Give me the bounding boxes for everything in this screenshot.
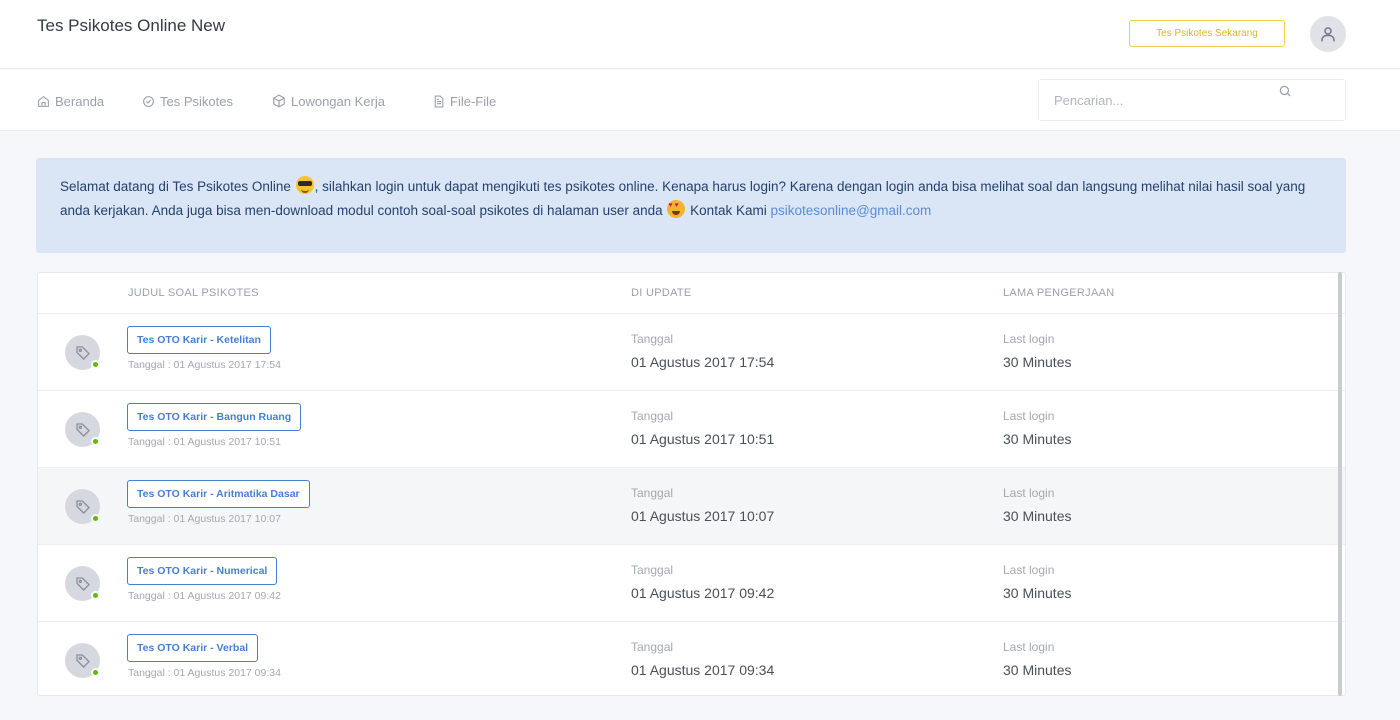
update-value: 01 Agustus 2017 10:51 [631, 431, 775, 447]
row-date-subtitle: Tanggal : 01 Agustus 2017 17:54 [128, 359, 281, 371]
test-title-button[interactable]: Tes OTO Karir - Bangun Ruang [127, 403, 302, 431]
online-status-dot [91, 514, 100, 523]
update-value: 01 Agustus 2017 09:42 [631, 585, 775, 601]
update-label: Tanggal [631, 409, 674, 423]
heart-eyes-emoji-icon [667, 200, 686, 218]
duration-label: Last login [1003, 640, 1055, 654]
duration-value: 30 Minutes [1003, 431, 1072, 447]
table-row: Tes OTO Karir - Ketelitan Tanggal : 01 A… [38, 313, 1345, 390]
test-title-button[interactable]: Tes OTO Karir - Numerical [127, 557, 278, 585]
update-label: Tanggal [631, 486, 674, 500]
duration-label: Last login [1003, 563, 1055, 577]
nav-label-lowongan-kerja: Lowongan Kerja [291, 93, 385, 109]
alert-text-contact: Kontak Kami [690, 203, 767, 218]
test-title-button[interactable]: Tes OTO Karir - Aritmatika Dasar [127, 480, 310, 508]
nav-item-beranda[interactable]: Beranda [37, 91, 104, 111]
search-box [1038, 79, 1346, 121]
update-value: 01 Agustus 2017 09:34 [631, 662, 775, 678]
test-title-button[interactable]: Tes OTO Karir - Ketelitan [127, 326, 271, 354]
update-label: Tanggal [631, 640, 674, 654]
alert-text-intro: Selamat datang di Tes Psikotes Online [60, 179, 291, 194]
table-row: Tes OTO Karir - Verbal Tanggal : 01 Agus… [38, 621, 1345, 695]
sunglasses-emoji-icon [295, 176, 314, 194]
avatar[interactable] [1310, 16, 1346, 52]
contact-email-link[interactable]: psikotesonline@gmail.com [770, 203, 931, 218]
row-date-subtitle: Tanggal : 01 Agustus 2017 09:34 [128, 667, 281, 679]
duration-value: 30 Minutes [1003, 508, 1072, 524]
package-icon [273, 94, 285, 108]
home-icon [38, 95, 49, 107]
update-value: 01 Agustus 2017 10:07 [631, 508, 775, 524]
search-icon[interactable] [1278, 84, 1292, 98]
nav-label-tes-psikotes: Tes Psikotes [160, 93, 233, 109]
table-row: Tes OTO Karir - Bangun Ruang Tanggal : 0… [38, 390, 1345, 467]
duration-label: Last login [1003, 486, 1055, 500]
test-title-button[interactable]: Tes OTO Karir - Verbal [127, 634, 259, 662]
table-row: Tes OTO Karir - Numerical Tanggal : 01 A… [38, 544, 1345, 621]
file-icon [434, 95, 444, 107]
top-header: Tes Psikotes Online New Tes Psikotes Sek… [0, 0, 1400, 69]
table-scrollbar[interactable] [1338, 272, 1342, 696]
nav-item-lowongan-kerja[interactable]: Lowongan Kerja [272, 91, 385, 111]
duration-value: 30 Minutes [1003, 585, 1072, 601]
duration-label: Last login [1003, 409, 1055, 423]
duration-value: 30 Minutes [1003, 354, 1072, 370]
duration-value: 30 Minutes [1003, 662, 1072, 678]
check-circle-icon [143, 95, 154, 107]
search-input[interactable] [1039, 80, 1309, 120]
row-date-subtitle: Tanggal : 01 Agustus 2017 09:42 [128, 590, 281, 602]
nav-label-beranda: Beranda [55, 93, 105, 109]
table-row: Tes OTO Karir - Aritmatika Dasar Tanggal… [38, 467, 1345, 544]
row-date-subtitle: Tanggal : 01 Agustus 2017 10:51 [128, 436, 281, 448]
online-status-dot [91, 437, 100, 446]
online-status-dot [91, 668, 100, 677]
column-header-title: JUDUL SOAL PSIKOTES [128, 287, 259, 299]
brand-title[interactable]: Tes Psikotes Online New [37, 16, 225, 36]
nav-item-file-file[interactable]: File-File [432, 91, 496, 111]
main-navbar: Beranda Tes Psikotes Lowongan Kerja File… [0, 70, 1400, 131]
online-status-dot [91, 591, 100, 600]
update-value: 01 Agustus 2017 17:54 [631, 354, 775, 370]
update-label: Tanggal [631, 332, 674, 346]
row-date-subtitle: Tanggal : 01 Agustus 2017 10:07 [128, 513, 281, 525]
duration-label: Last login [1003, 332, 1055, 346]
start-test-button[interactable]: Tes Psikotes Sekarang [1129, 20, 1285, 47]
welcome-alert: Selamat datang di Tes Psikotes Online , … [36, 158, 1346, 253]
test-list-card: JUDUL SOAL PSIKOTES DI UPDATE LAMA PENGE… [37, 272, 1346, 696]
column-header-update: DI UPDATE [631, 287, 692, 299]
column-header-duration: LAMA PENGERJAAN [1003, 287, 1115, 299]
update-label: Tanggal [631, 563, 674, 577]
nav-label-file-file: File-File [450, 93, 497, 109]
nav-item-tes-psikotes[interactable]: Tes Psikotes [142, 91, 233, 111]
user-icon [1321, 27, 1335, 42]
online-status-dot [91, 360, 100, 369]
